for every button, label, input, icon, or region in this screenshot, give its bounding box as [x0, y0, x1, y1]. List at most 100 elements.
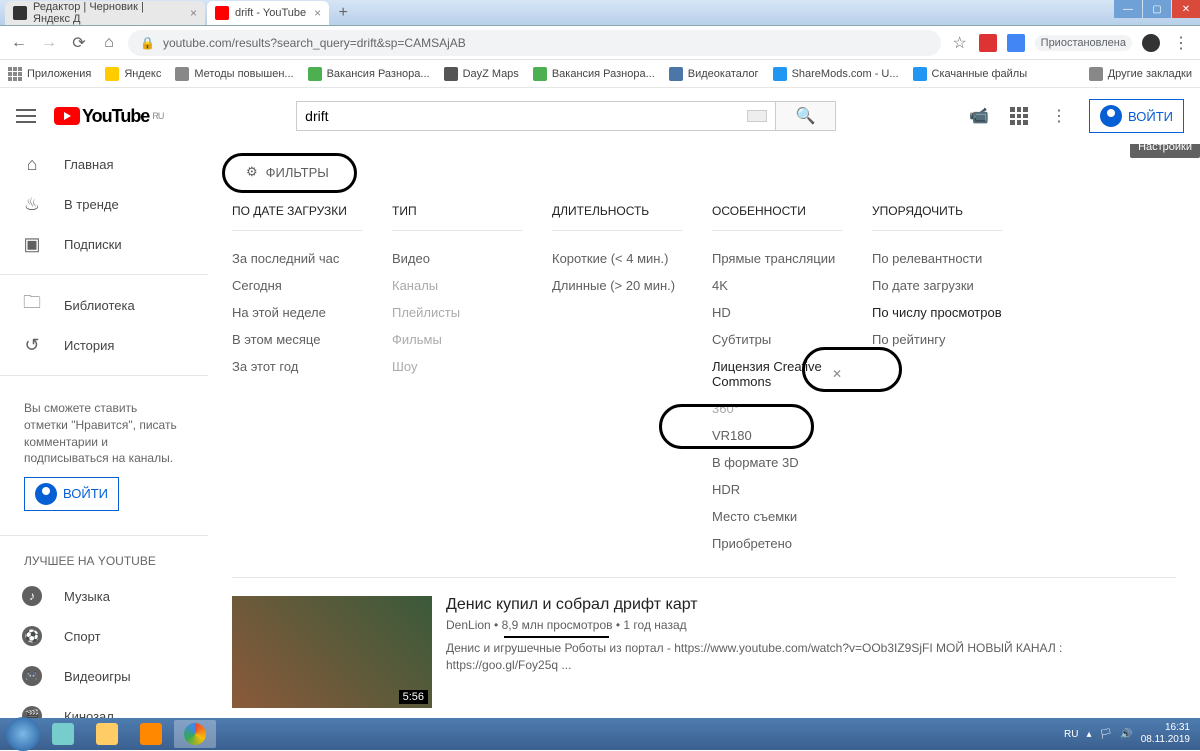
filter-option[interactable]: Прямые трансляции	[712, 245, 842, 272]
filter-option[interactable]: По дате загрузки	[872, 272, 1002, 299]
tray-icon[interactable]: 🏳	[1100, 729, 1113, 740]
sidebar-item-music[interactable]: ♪Музыка	[0, 576, 208, 616]
new-tab-button[interactable]: +	[331, 1, 355, 25]
filter-option[interactable]: На этой неделе	[232, 299, 362, 326]
filters-button[interactable]: ⚙ ФИЛЬТРЫ	[232, 158, 343, 186]
settings-icon[interactable]: ⋮	[1049, 106, 1069, 126]
keyboard-icon[interactable]	[747, 110, 767, 122]
filter-option[interactable]: VR180	[712, 422, 842, 449]
bookmark[interactable]: Яндекс	[105, 67, 161, 81]
video-title[interactable]: Денис купил и собрал дрифт карт	[446, 596, 1176, 614]
filter-option[interactable]: Видео	[392, 245, 522, 272]
close-icon[interactable]: ×	[190, 6, 197, 20]
sidebar-item-sports[interactable]: ⚽Спорт	[0, 616, 208, 656]
filter-option[interactable]: Субтитры	[712, 326, 842, 353]
bookmark-label: ShareMods.com - U...	[792, 68, 899, 80]
filter-option[interactable]: Каналы	[392, 272, 522, 299]
tray-icon[interactable]: ▴	[1087, 729, 1092, 740]
sidebar-item-subscriptions[interactable]: ▣Подписки	[0, 224, 208, 264]
extension-icon[interactable]	[979, 34, 997, 52]
filter-option[interactable]: Сегодня	[232, 272, 362, 299]
clock[interactable]: 16:31 08.11.2019	[1141, 722, 1196, 746]
hamburger-icon[interactable]	[16, 109, 36, 123]
filter-option[interactable]: Шоу	[392, 353, 522, 380]
search-input[interactable]: drift	[296, 101, 776, 131]
sidebar-item-library[interactable]: 🗀Библиотека	[0, 285, 208, 325]
filter-option[interactable]: Плейлисты	[392, 299, 522, 326]
channel-name[interactable]: DenLion	[446, 618, 491, 632]
filter-column-features: ОСОБЕННОСТИ Прямые трансляции 4K HD Субт…	[712, 204, 842, 557]
bookmark[interactable]: Вакансия Разнора...	[533, 67, 655, 81]
filter-option[interactable]: 4K	[712, 272, 842, 299]
sidebar-label: Главная	[64, 157, 113, 172]
bookmark[interactable]: Видеокаталог	[669, 67, 759, 81]
youtube-logo[interactable]: YouTube RU	[54, 106, 163, 127]
signin-button[interactable]: ВОЙТИ	[24, 477, 119, 511]
search-button[interactable]: 🔍	[776, 101, 836, 131]
video-age: 1 год назад	[623, 618, 686, 632]
filter-option[interactable]: По числу просмотров	[872, 299, 1002, 326]
filter-option[interactable]: В формате 3D	[712, 449, 842, 476]
bookmark[interactable]: Вакансия Разнора...	[308, 67, 430, 81]
address-bar[interactable]: 🔒 youtube.com/results?search_query=drift…	[128, 30, 941, 56]
extension-icon[interactable]	[1007, 34, 1025, 52]
create-icon[interactable]: 📹	[969, 106, 989, 126]
bookmark-favicon	[308, 67, 322, 81]
apps-button[interactable]: Приложения	[8, 67, 91, 81]
filter-option[interactable]: HD	[712, 299, 842, 326]
filter-option[interactable]: Длинные (> 20 мин.)	[552, 272, 682, 299]
filter-option[interactable]: За этот год	[232, 353, 362, 380]
filter-option[interactable]: Фильмы	[392, 326, 522, 353]
star-icon[interactable]: ☆	[949, 32, 971, 54]
filter-option[interactable]: За последний час	[232, 245, 362, 272]
sidebar-item-home[interactable]: ⌂Главная	[0, 144, 208, 184]
profile-avatar[interactable]	[1142, 34, 1160, 52]
bookmark[interactable]: Методы повышен...	[175, 67, 293, 81]
taskbar-app[interactable]	[42, 720, 84, 748]
clear-icon[interactable]: ✕	[832, 367, 842, 381]
minimize-button[interactable]: —	[1114, 0, 1142, 18]
filter-option[interactable]: Короткие (< 4 мин.)	[552, 245, 682, 272]
other-bookmarks[interactable]: Другие закладки	[1089, 67, 1192, 81]
filter-option[interactable]: По релевантности	[872, 245, 1002, 272]
language-indicator[interactable]: RU	[1064, 729, 1078, 740]
maximize-button[interactable]: ▢	[1143, 0, 1171, 18]
video-result[interactable]: 5:56 Денис купил и собрал дрифт карт Den…	[232, 596, 1176, 708]
menu-icon[interactable]: ⋮	[1170, 32, 1192, 54]
browser-tab[interactable]: Редактор | Черновик | Яндекс Д ×	[5, 1, 205, 25]
sync-paused[interactable]: Приостановлена	[1035, 35, 1132, 51]
start-button[interactable]	[6, 717, 40, 751]
sidebar-item-movies[interactable]: 🎬Кинозал	[0, 696, 208, 718]
promo-text: Вы сможете ставить отметки "Нравится", п…	[24, 400, 184, 467]
filter-option[interactable]: В этом месяце	[232, 326, 362, 353]
bookmark[interactable]: DayZ Maps	[444, 67, 519, 81]
back-button[interactable]: ←	[8, 32, 30, 54]
signin-button[interactable]: ВОЙТИ	[1089, 99, 1184, 133]
bookmark[interactable]: Скачанные файлы	[913, 67, 1028, 81]
filter-option[interactable]: По рейтингу	[872, 326, 1002, 353]
apps-icon[interactable]	[1009, 106, 1029, 126]
close-button[interactable]: ✕	[1172, 0, 1200, 18]
url-bar: ← → ⟳ ⌂ 🔒 youtube.com/results?search_que…	[0, 26, 1200, 60]
filter-option[interactable]: Место съемки	[712, 503, 842, 530]
forward-button[interactable]: →	[38, 32, 60, 54]
sidebar-label: Подписки	[64, 237, 122, 252]
bookmark[interactable]: ShareMods.com - U...	[773, 67, 899, 81]
tray-icon[interactable]: 🔊	[1120, 729, 1132, 740]
sidebar-item-trending[interactable]: ♨В тренде	[0, 184, 208, 224]
taskbar-app[interactable]	[86, 720, 128, 748]
sidebar-item-gaming[interactable]: 🎮Видеоигры	[0, 656, 208, 696]
lock-icon: 🔒	[140, 36, 155, 50]
taskbar-app-chrome[interactable]	[174, 720, 216, 748]
filter-option[interactable]: HDR	[712, 476, 842, 503]
reload-button[interactable]: ⟳	[68, 32, 90, 54]
taskbar-app[interactable]	[130, 720, 172, 748]
close-icon[interactable]: ×	[314, 6, 321, 20]
video-thumbnail[interactable]: 5:56	[232, 596, 432, 708]
filter-option-selected[interactable]: Лицензия Creative Commons✕	[712, 353, 842, 395]
sidebar-item-history[interactable]: ↺История	[0, 325, 208, 365]
browser-tab-active[interactable]: drift - YouTube ×	[207, 1, 329, 25]
filter-option[interactable]: Приобретено	[712, 530, 842, 557]
home-button[interactable]: ⌂	[98, 32, 120, 54]
filter-option[interactable]: 360°	[712, 395, 842, 422]
